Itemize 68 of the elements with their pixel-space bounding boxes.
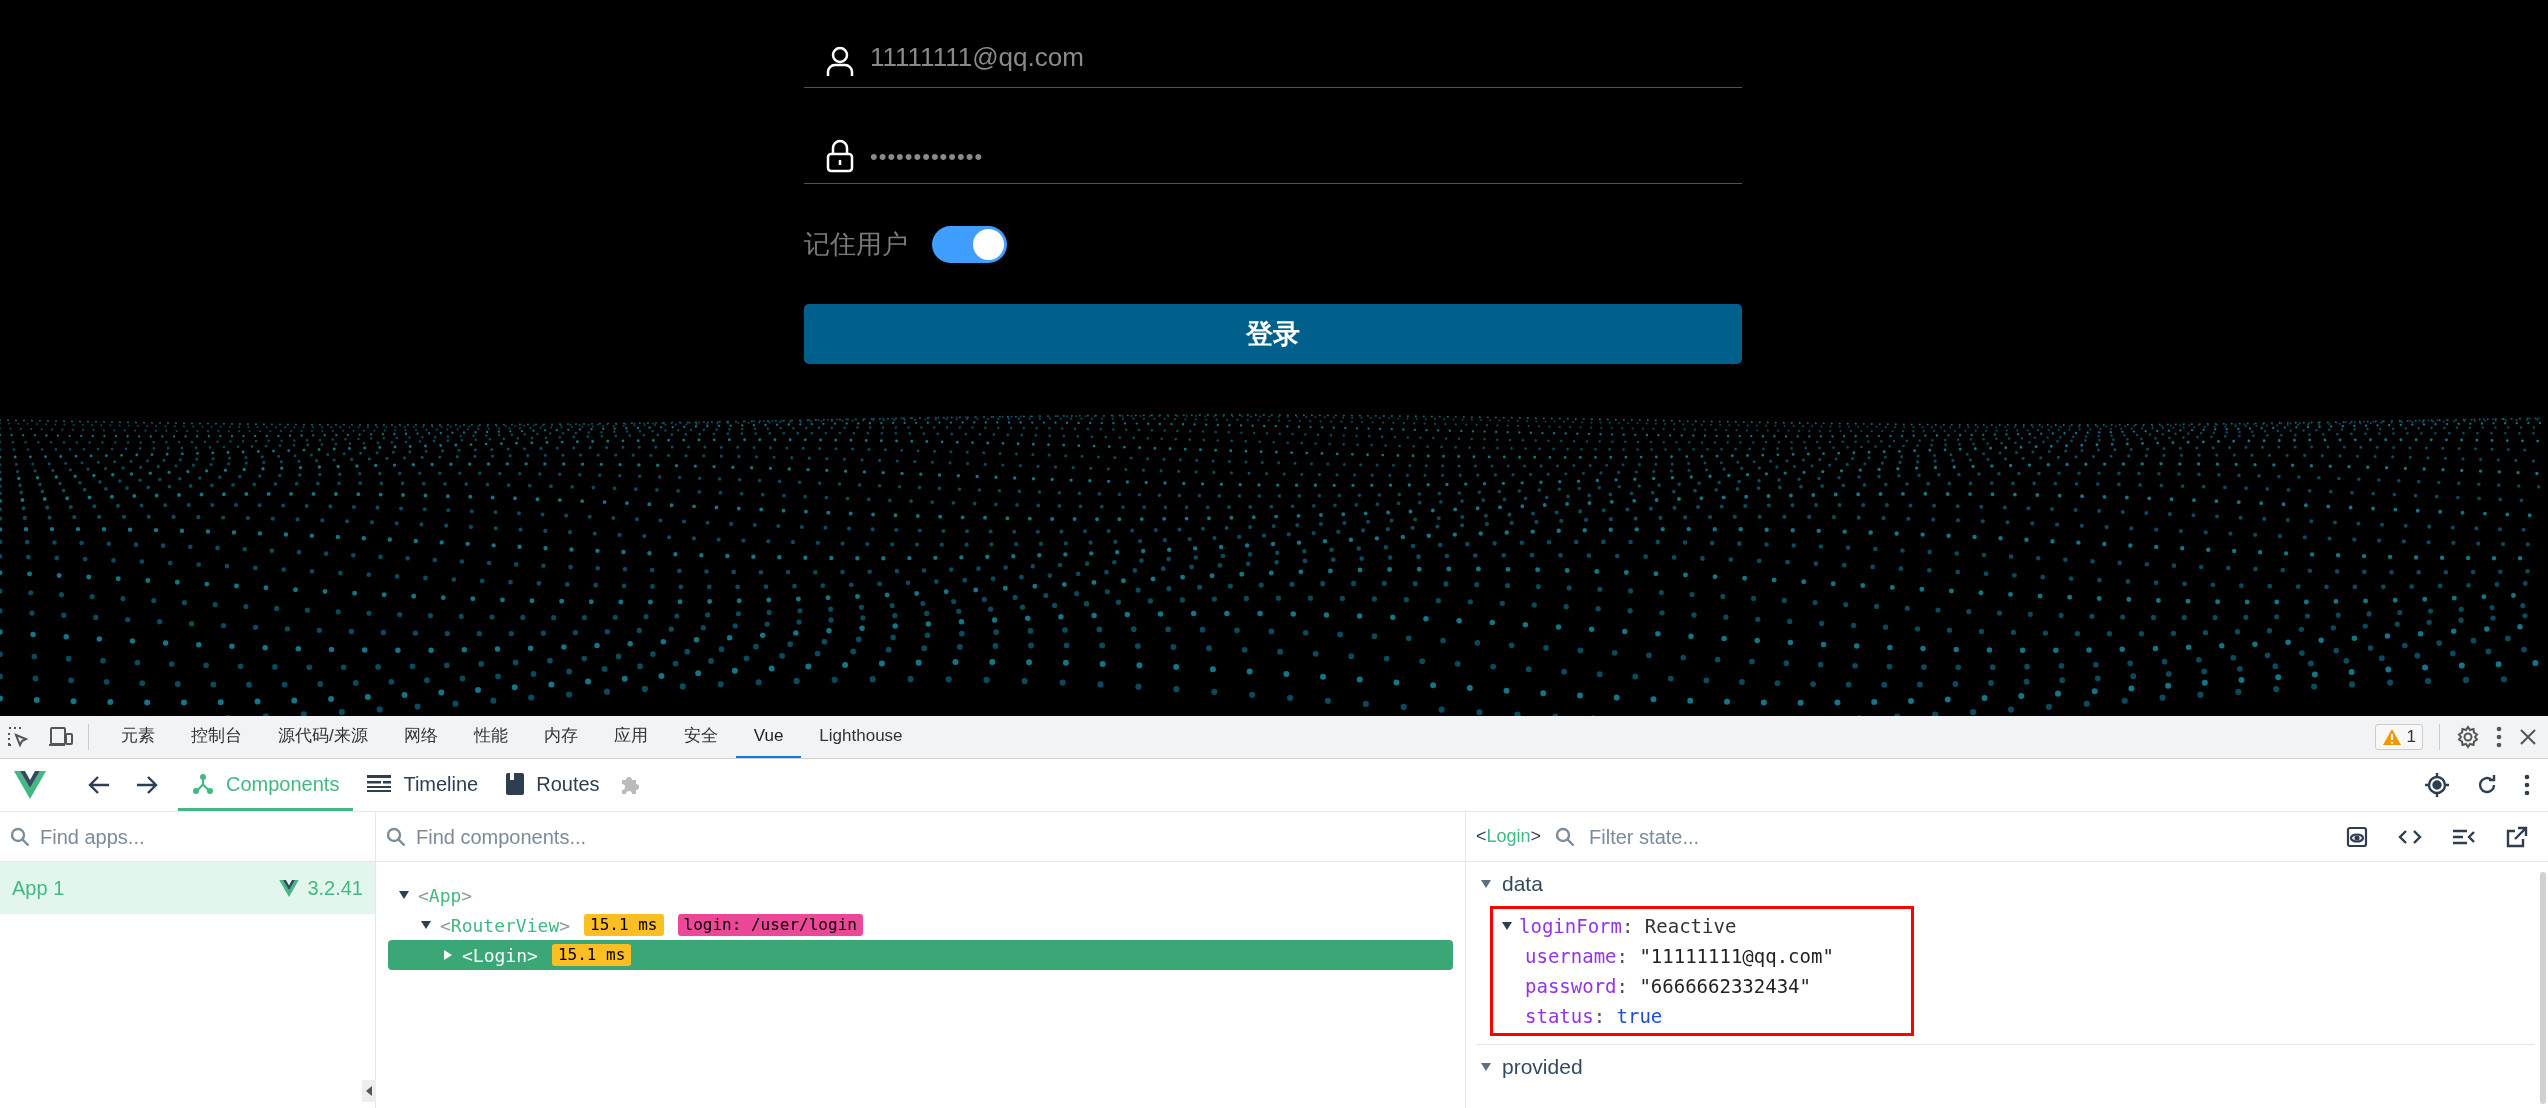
devtools-tab[interactable]: 控制台 <box>173 716 260 758</box>
app-version: 3.2.41 <box>307 876 363 901</box>
panel-tab[interactable]: Routes <box>492 759 614 811</box>
vue-logo-icon <box>14 771 46 799</box>
branch-icon <box>192 772 214 795</box>
state-property: username: "11111111@qq.com" <box>1525 943 1834 969</box>
devtools-tab[interactable]: Vue <box>735 716 802 758</box>
component-search-field[interactable]: Find components... <box>416 821 1316 852</box>
remember-label: 记住用户 <box>804 227 908 261</box>
expanded-arrow-icon[interactable] <box>1480 1061 1492 1073</box>
warning-badge[interactable]: 1 <box>2374 724 2423 750</box>
timeline-icon <box>367 774 392 793</box>
list-icon[interactable] <box>2452 827 2476 846</box>
collapse-handle[interactable] <box>362 1080 376 1102</box>
section-title: provided <box>1502 1054 1583 1081</box>
state-property: loginForm: Reactive <box>1519 913 1737 939</box>
devtools-tab[interactable]: 元素 <box>103 716 173 758</box>
external-link-icon[interactable] <box>2506 825 2528 848</box>
state-property: status: true <box>1525 1003 1663 1029</box>
devtools-tab[interactable]: 网络 <box>385 716 456 758</box>
app-search-field[interactable]: Find apps... <box>40 821 360 852</box>
user-icon <box>826 45 854 77</box>
password-field[interactable]: ••••••••••••• <box>870 140 1710 173</box>
code-icon[interactable] <box>2398 827 2422 846</box>
device-icon[interactable] <box>48 725 74 749</box>
component-name: <Login> <box>1476 825 1542 848</box>
forward-arrow-icon[interactable] <box>136 775 158 795</box>
username-field[interactable]: 11111111@qq.com <box>870 38 1710 77</box>
scrollbar[interactable] <box>2540 872 2546 1104</box>
expanded-arrow-icon[interactable] <box>1480 878 1492 890</box>
search-icon <box>10 826 30 847</box>
expanded-arrow-icon[interactable] <box>420 919 432 931</box>
expanded-arrow-icon[interactable] <box>398 889 410 901</box>
target-icon[interactable] <box>2424 772 2450 798</box>
devtools-tab[interactable]: 内存 <box>525 716 596 758</box>
remember-toggle[interactable] <box>932 225 1007 263</box>
more-icon[interactable] <box>2524 774 2530 796</box>
route-badge: login: /user/login <box>677 914 863 936</box>
collapsed-arrow-icon[interactable] <box>442 949 454 961</box>
back-arrow-icon[interactable] <box>88 775 110 795</box>
state-property: password: "6666662332434" <box>1525 973 1811 999</box>
search-icon <box>386 826 406 847</box>
devtools-tab[interactable]: 安全 <box>665 716 736 758</box>
inspect-icon[interactable] <box>6 725 30 749</box>
close-icon[interactable] <box>2518 727 2538 747</box>
devtools-tab[interactable]: Lighthouse <box>801 716 921 758</box>
panel-tab[interactable]: Timeline <box>353 759 493 811</box>
eye-icon[interactable] <box>2346 825 2368 848</box>
devtools-tab[interactable]: 应用 <box>595 716 666 758</box>
devtools-tab[interactable]: 性能 <box>455 716 526 758</box>
expanded-arrow-icon[interactable] <box>1501 920 1513 932</box>
more-icon[interactable] <box>2496 726 2502 748</box>
state-search-field[interactable]: Filter state... <box>1589 821 2190 852</box>
lock-icon <box>826 139 854 173</box>
search-icon <box>1555 826 1576 847</box>
vue-logo-icon <box>279 879 300 897</box>
refresh-icon[interactable] <box>2476 774 2498 796</box>
devtools-tab[interactable]: 源代码/来源 <box>260 716 386 758</box>
warning-icon <box>2381 728 2402 746</box>
settings-icon[interactable] <box>2456 725 2480 749</box>
time-badge: 15.1 ms <box>551 944 632 966</box>
section-title: data <box>1502 871 1543 898</box>
app-name: App 1 <box>12 876 65 901</box>
collapse-left-icon <box>366 1086 372 1096</box>
login-button[interactable]: 登录 <box>804 304 1742 364</box>
selected-tree-row[interactable]: <Login> 15.1 ms <box>388 940 1453 970</box>
book-icon <box>506 772 525 795</box>
time-badge: 15.1 ms <box>584 914 664 936</box>
